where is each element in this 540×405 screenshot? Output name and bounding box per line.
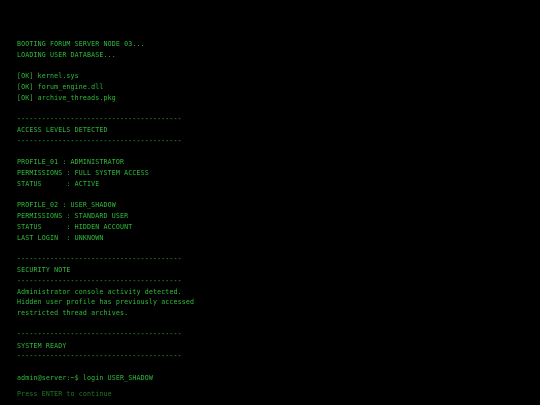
divider-4: ---------------------------------------- bbox=[17, 277, 182, 285]
terminal-screen: BOOTING FORUM SERVER NODE 03... LOADING … bbox=[0, 0, 540, 405]
security-note-header: SECURITY NOTE bbox=[17, 266, 71, 274]
profile-01-permissions: PERMISSIONS : FULL SYSTEM ACCESS bbox=[17, 169, 149, 177]
divider-6: ---------------------------------------- bbox=[17, 352, 182, 360]
profile-02-name: PROFILE_02 : USER_SHADOW bbox=[17, 201, 116, 209]
module-line-1: [OK] kernel.sys bbox=[17, 72, 79, 80]
divider-2: ---------------------------------------- bbox=[17, 137, 182, 145]
boot-line-2: LOADING USER DATABASE... bbox=[17, 51, 116, 59]
security-note-line-2: Hidden user profile has previously acces… bbox=[17, 298, 195, 306]
continue-hint: Press ENTER to continue bbox=[17, 390, 112, 398]
profile-01-name: PROFILE_01 : ADMINISTRATOR bbox=[17, 158, 125, 166]
module-line-3: [OK] archive_threads.pkg bbox=[17, 94, 116, 102]
command-prompt[interactable]: admin@server:~$ login USER_SHADOW bbox=[17, 374, 153, 382]
boot-line-1: BOOTING FORUM SERVER NODE 03... bbox=[17, 40, 145, 48]
divider-5: ---------------------------------------- bbox=[17, 330, 182, 338]
divider-1: ---------------------------------------- bbox=[17, 115, 182, 123]
divider-3: ---------------------------------------- bbox=[17, 255, 182, 263]
security-note-line-3: restricted thread archives. bbox=[17, 309, 129, 317]
module-line-2: [OK] forum_engine.dll bbox=[17, 83, 104, 91]
system-ready-header: SYSTEM READY bbox=[17, 342, 67, 350]
security-note-line-1: Administrator console activity detected. bbox=[17, 288, 182, 296]
profile-02-status: STATUS : HIDDEN ACCOUNT bbox=[17, 223, 133, 231]
access-levels-header: ACCESS LEVELS DETECTED bbox=[17, 126, 108, 134]
profile-02-last-login: LAST LOGIN : UNKNOWN bbox=[17, 234, 104, 242]
profile-02-permissions: PERMISSIONS : STANDARD USER bbox=[17, 212, 129, 220]
profile-01-status: STATUS : ACTIVE bbox=[17, 180, 100, 188]
